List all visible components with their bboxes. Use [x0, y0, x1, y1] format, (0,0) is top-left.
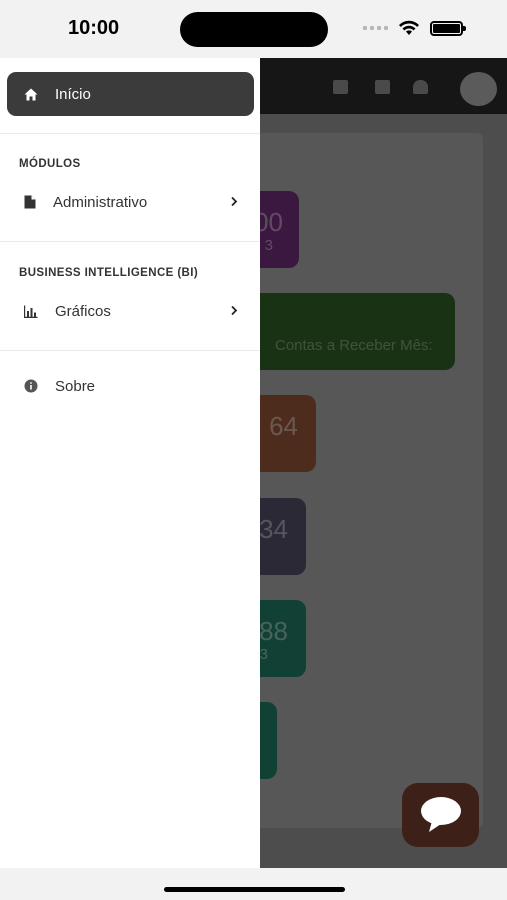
section-title-bi: BUSINESS INTELLIGENCE (BI): [19, 267, 199, 279]
section-title-modules: MÓDULOS: [19, 158, 81, 170]
drawer-item-sobre[interactable]: Sobre: [0, 368, 260, 404]
card-value: 88: [259, 616, 288, 646]
drawer-item-label: Gráficos: [55, 302, 111, 320]
divider: [0, 133, 260, 134]
drawer-item-label: Início: [55, 85, 91, 103]
card-subvalue: 3: [259, 646, 268, 663]
document-icon: [24, 195, 36, 209]
dynamic-island: [180, 12, 328, 47]
drawer-item-home[interactable]: Início: [7, 72, 254, 116]
calendar-icon: [375, 80, 390, 94]
chevron-right-icon: [231, 196, 238, 207]
avatar: [460, 72, 497, 106]
dashboard-card: Contas a Receber Mês:: [240, 293, 455, 370]
chevron-right-icon: [231, 305, 238, 316]
divider: [0, 241, 260, 242]
drawer-item-administrativo[interactable]: Administrativo: [0, 184, 260, 220]
home-icon: [24, 88, 38, 100]
drawer-item-graficos[interactable]: Gráficos: [0, 293, 260, 329]
status-time: 10:00: [68, 17, 120, 39]
card-value: 64: [269, 411, 298, 441]
home-indicator-area: [0, 868, 507, 900]
divider: [0, 350, 260, 351]
status-icons: [363, 20, 466, 36]
card-label: Contas a Receber Mês:: [275, 337, 433, 354]
side-drawer: Início MÓDULOS Administrativo BUSINESS I…: [0, 58, 260, 868]
bar-chart-icon: [24, 305, 38, 318]
status-bar: 10:00: [0, 0, 507, 58]
info-icon: [24, 379, 38, 393]
chat-button[interactable]: [402, 783, 479, 847]
chat-icon: [333, 80, 348, 94]
cellular-signal-icon: [363, 26, 388, 30]
card-value: 34: [259, 514, 288, 544]
bell-icon: [413, 80, 428, 94]
chat-bubble-icon: [420, 797, 461, 832]
battery-icon: [430, 20, 466, 36]
drawer-item-label: Administrativo: [53, 193, 148, 211]
card-subvalue: 3: [264, 237, 273, 254]
drawer-item-label: Sobre: [55, 377, 96, 395]
wifi-icon: [399, 20, 419, 35]
home-indicator[interactable]: [164, 887, 345, 892]
